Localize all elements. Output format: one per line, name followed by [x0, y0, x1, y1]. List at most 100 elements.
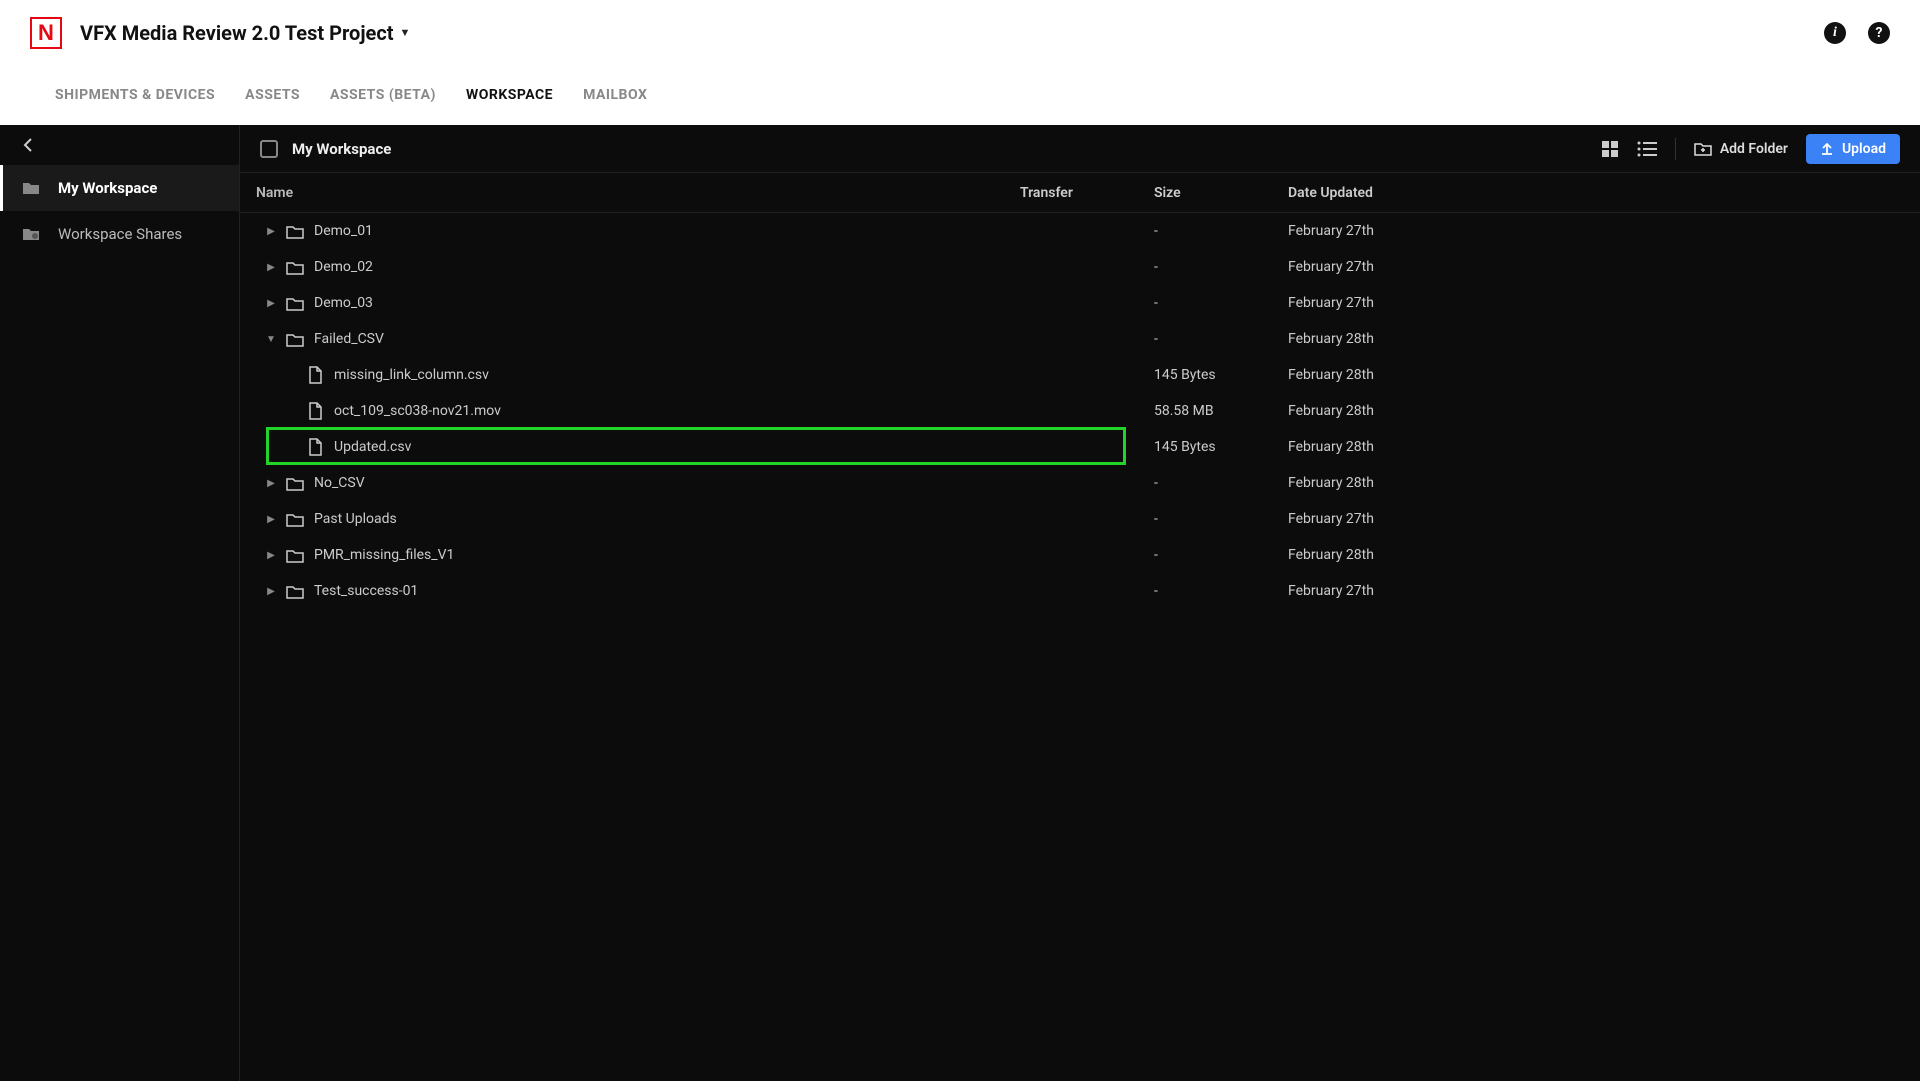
- cell-name: ▶ No_CSV: [240, 474, 1020, 492]
- table-row[interactable]: ▶ Demo_03 -February 27th: [240, 285, 1920, 321]
- expand-icon[interactable]: ▶: [266, 586, 276, 597]
- column-header-size[interactable]: Size: [1154, 185, 1288, 201]
- cell-size: -: [1154, 223, 1288, 239]
- row-name: Test_success-01: [314, 583, 418, 599]
- collapse-icon[interactable]: ▼: [266, 334, 276, 345]
- nav-tab-mailbox[interactable]: MAILBOX: [583, 87, 647, 103]
- table-row[interactable]: ▶PMR_missing_files_V1-February 28th: [240, 537, 1920, 573]
- folder-icon: [286, 330, 304, 348]
- expand-icon[interactable]: ▶: [266, 262, 276, 273]
- table-row[interactable]: ▶ No_CSV -February 28th: [240, 465, 1920, 501]
- breadcrumb: My Workspace: [292, 140, 391, 158]
- expand-icon[interactable]: ▶: [266, 478, 276, 489]
- cell-size: -: [1154, 259, 1288, 275]
- cell-date: February 28th: [1288, 403, 1488, 419]
- logo-letter: N: [38, 20, 54, 46]
- sidebar-collapse-button[interactable]: [0, 125, 239, 165]
- sidebar-item-workspace-shares[interactable]: Workspace Shares: [0, 211, 239, 257]
- row-name: Demo_02: [314, 259, 373, 275]
- cell-name: ▶ Test_success-01: [240, 582, 1020, 600]
- cell-name: ▶PMR_missing_files_V1: [240, 546, 1020, 564]
- sidebar: My Workspace Workspace Shares: [0, 125, 240, 1081]
- cell-name: Updated.csv: [240, 438, 1020, 456]
- column-header-transfer[interactable]: Transfer: [1020, 185, 1154, 201]
- cell-date: February 27th: [1288, 583, 1488, 599]
- table-row[interactable]: ▶ Demo_01 -February 27th: [240, 213, 1920, 249]
- workspace-body: My Workspace Workspace Shares My Workspac…: [0, 125, 1920, 1081]
- cell-size: 145 Bytes: [1154, 367, 1288, 383]
- grid-view-icon[interactable]: [1601, 140, 1619, 158]
- column-header-date[interactable]: Date Updated: [1288, 185, 1488, 201]
- folder-icon: [286, 582, 304, 600]
- cell-date: February 27th: [1288, 223, 1488, 239]
- row-name: Demo_01: [314, 223, 373, 239]
- column-header-name[interactable]: Name: [240, 185, 1020, 201]
- select-all-checkbox[interactable]: [260, 140, 278, 158]
- nav-tab-shipments-devices[interactable]: SHIPMENTS & DEVICES: [55, 87, 215, 103]
- cell-size: 145 Bytes: [1154, 439, 1288, 455]
- table-row[interactable]: ▶ Demo_02 -February 27th: [240, 249, 1920, 285]
- main-panel: My Workspace Add Folder Upload: [240, 125, 1920, 1081]
- cell-size: -: [1154, 475, 1288, 491]
- nav-tab-assets-beta-[interactable]: ASSETS (BETA): [330, 87, 436, 103]
- cell-date: February 28th: [1288, 331, 1488, 347]
- cell-size: 58.58 MB: [1154, 403, 1288, 419]
- expand-icon[interactable]: ▶: [266, 514, 276, 525]
- table-row[interactable]: Updated.csv 145 BytesFebruary 28th: [240, 429, 1920, 465]
- header-actions: i ?: [1824, 22, 1890, 44]
- list-view-icon[interactable]: [1637, 141, 1657, 157]
- cell-size: -: [1154, 511, 1288, 527]
- add-folder-icon: [1694, 141, 1712, 156]
- sidebar-item-my-workspace[interactable]: My Workspace: [0, 165, 239, 211]
- cell-date: February 27th: [1288, 259, 1488, 275]
- upload-icon: [1820, 142, 1834, 156]
- cell-date: February 28th: [1288, 439, 1488, 455]
- row-name: missing_link_column.csv: [334, 367, 489, 383]
- folder-icon: [286, 222, 304, 240]
- row-name: Failed_CSV: [314, 331, 384, 347]
- table-row[interactable]: ▼ Failed_CSV -February 28th: [240, 321, 1920, 357]
- cell-name: missing_link_column.csv: [240, 366, 1020, 384]
- add-folder-label: Add Folder: [1720, 141, 1788, 157]
- cell-size: -: [1154, 583, 1288, 599]
- table-row[interactable]: ▶Past Uploads-February 27th: [240, 501, 1920, 537]
- nav-tab-workspace[interactable]: WORKSPACE: [466, 87, 553, 103]
- expand-icon[interactable]: ▶: [266, 550, 276, 561]
- cell-size: -: [1154, 331, 1288, 347]
- main-nav: SHIPMENTS & DEVICES ASSETS ASSETS (BETA) WO…: [0, 65, 1920, 125]
- row-name: Past Uploads: [314, 511, 397, 527]
- cell-name: ▶ Demo_03: [240, 294, 1020, 312]
- netflix-logo: N: [30, 17, 62, 49]
- cell-size: -: [1154, 295, 1288, 311]
- table-row[interactable]: ▶ Test_success-01 -February 27th: [240, 573, 1920, 609]
- info-icon[interactable]: i: [1824, 22, 1846, 44]
- folder-icon: [286, 258, 304, 276]
- cell-name: ▶ Demo_01: [240, 222, 1020, 240]
- project-title-dropdown[interactable]: VFX Media Review 2.0 Test Project ▼: [80, 21, 410, 45]
- cell-name: oct_109_sc038-nov21.mov: [240, 402, 1020, 420]
- table-row[interactable]: missing_link_column.csv 145 BytesFebruary…: [240, 357, 1920, 393]
- upload-button[interactable]: Upload: [1806, 134, 1900, 164]
- cell-date: February 28th: [1288, 367, 1488, 383]
- cell-name: ▼ Failed_CSV: [240, 330, 1020, 348]
- project-title-text: VFX Media Review 2.0 Test Project: [80, 21, 394, 45]
- cell-date: February 27th: [1288, 295, 1488, 311]
- chevron-left-icon: [23, 138, 33, 152]
- cell-name: ▶ Demo_02: [240, 258, 1020, 276]
- app-header: N VFX Media Review 2.0 Test Project ▼ i …: [0, 0, 1920, 65]
- nav-tab-assets[interactable]: ASSETS: [245, 87, 300, 103]
- help-icon[interactable]: ?: [1868, 22, 1890, 44]
- add-folder-button[interactable]: Add Folder: [1694, 141, 1788, 157]
- sidebar-item-label: My Workspace: [58, 179, 157, 197]
- row-name: No_CSV: [314, 475, 365, 491]
- row-name: Demo_03: [314, 295, 373, 311]
- workspace-toolbar: My Workspace Add Folder Upload: [240, 125, 1920, 173]
- share-folder-icon: [22, 227, 40, 241]
- folder-icon: [286, 294, 304, 312]
- table-row[interactable]: oct_109_sc038-nov21.mov 58.58 MBFebruary …: [240, 393, 1920, 429]
- table-body: ▶Demo_01-February 27th▶Demo_02-February …: [240, 213, 1920, 609]
- expand-icon[interactable]: ▶: [266, 298, 276, 309]
- expand-icon[interactable]: ▶: [266, 226, 276, 237]
- cell-date: February 28th: [1288, 475, 1488, 491]
- cell-size: -: [1154, 547, 1288, 563]
